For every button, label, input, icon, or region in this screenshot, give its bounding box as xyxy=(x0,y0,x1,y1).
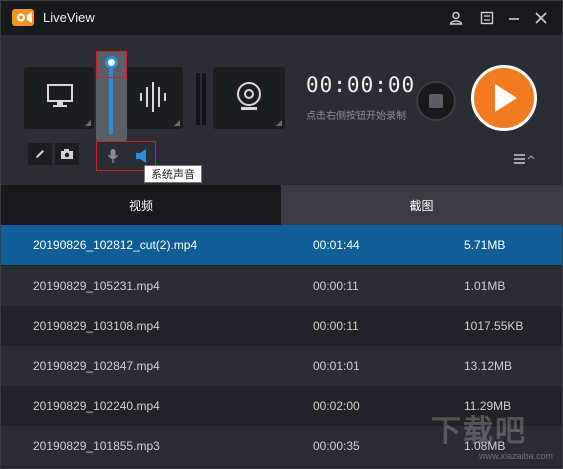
file-name: 20190829_105231.mp4 xyxy=(33,279,160,293)
webcam-icon xyxy=(237,82,261,110)
table-row[interactable]: 20190829_103108.mp4 00:00:11 1017.55KB xyxy=(1,306,562,346)
close-icon[interactable] xyxy=(531,8,551,28)
microphone-icon[interactable] xyxy=(107,148,119,164)
screen-options-icon[interactable] xyxy=(85,120,91,126)
table-row[interactable]: 20190829_102847.mp4 00:01:01 13.12MB xyxy=(1,346,562,386)
record-hint: 点击右侧按钮开始录制 xyxy=(306,111,406,122)
recorder-controls: 00:00:00 点击右侧按钮开始录制 系统声音 xyxy=(1,35,562,185)
file-name: 20190829_101855.mp3 xyxy=(33,439,160,453)
watermark-logo: 下载吧 xyxy=(431,414,527,449)
table-row[interactable]: 20190826_102812_cut(2).mp4 00:01:44 5.71… xyxy=(1,225,562,265)
speaker-icon[interactable] xyxy=(135,148,149,164)
stop-button[interactable] xyxy=(416,81,456,121)
play-icon xyxy=(495,84,517,112)
file-name: 20190829_102240.mp4 xyxy=(33,399,160,413)
file-name: 20190829_102847.mp4 xyxy=(33,359,160,373)
app-logo-icon xyxy=(12,9,34,26)
webcam-source-button[interactable] xyxy=(213,67,285,129)
app-title: LiveView xyxy=(43,10,95,25)
camera-icon xyxy=(61,149,73,159)
highlight-box xyxy=(96,51,127,78)
audio-wave-icon xyxy=(140,82,166,112)
file-duration: 00:00:35 xyxy=(313,439,360,453)
screen-source-button[interactable] xyxy=(24,67,94,129)
watermark-url: www.xiazaiba.com xyxy=(479,451,554,461)
system-sound-tooltip: 系统声音 xyxy=(144,165,202,183)
record-button[interactable] xyxy=(471,65,537,131)
level-meter-left xyxy=(196,73,200,125)
file-size: 13.12MB xyxy=(464,359,513,373)
settings-icon[interactable] xyxy=(477,8,497,28)
file-size: 1.01MB xyxy=(464,279,506,293)
pencil-icon xyxy=(36,150,44,158)
stop-icon xyxy=(429,94,443,108)
file-duration: 00:00:11 xyxy=(313,319,359,333)
audio-options-icon[interactable] xyxy=(174,120,180,126)
file-duration: 00:02:00 xyxy=(313,399,360,413)
annotate-button[interactable] xyxy=(28,143,52,165)
audio-source-button[interactable] xyxy=(127,67,183,129)
list-scrollbar[interactable] xyxy=(555,225,561,469)
file-duration: 00:01:44 xyxy=(313,238,360,252)
file-duration: 00:00:11 xyxy=(313,279,359,293)
menu-icon xyxy=(514,154,535,164)
title-bar[interactable]: LiveView xyxy=(1,1,562,35)
list-menu-button[interactable] xyxy=(513,151,539,167)
webcam-options-icon[interactable] xyxy=(276,120,282,126)
monitor-icon xyxy=(47,84,73,107)
screenshot-button[interactable] xyxy=(55,143,79,165)
table-row[interactable]: 20190829_105231.mp4 00:00:11 1.01MB xyxy=(1,266,562,306)
tab-video[interactable]: 视频 xyxy=(1,185,281,225)
tab-screenshot[interactable]: 截图 xyxy=(281,185,562,225)
file-name: 20190826_102812_cut(2).mp4 xyxy=(33,238,198,252)
file-size: 1017.55KB xyxy=(464,319,524,333)
file-size: 5.71MB xyxy=(464,238,506,252)
file-duration: 00:01:01 xyxy=(313,359,360,373)
minimize-icon[interactable] xyxy=(504,8,524,28)
user-icon[interactable] xyxy=(446,8,466,28)
media-tabs: 视频 截图 xyxy=(1,185,562,225)
file-name: 20190829_103108.mp4 xyxy=(33,319,160,333)
record-timer: 00:00:00 xyxy=(306,73,416,97)
level-meter-right xyxy=(202,73,206,125)
main-window: LiveView 00:00:00 点击右侧按钮开始录制 系统声音 视频 截图 … xyxy=(0,0,563,469)
